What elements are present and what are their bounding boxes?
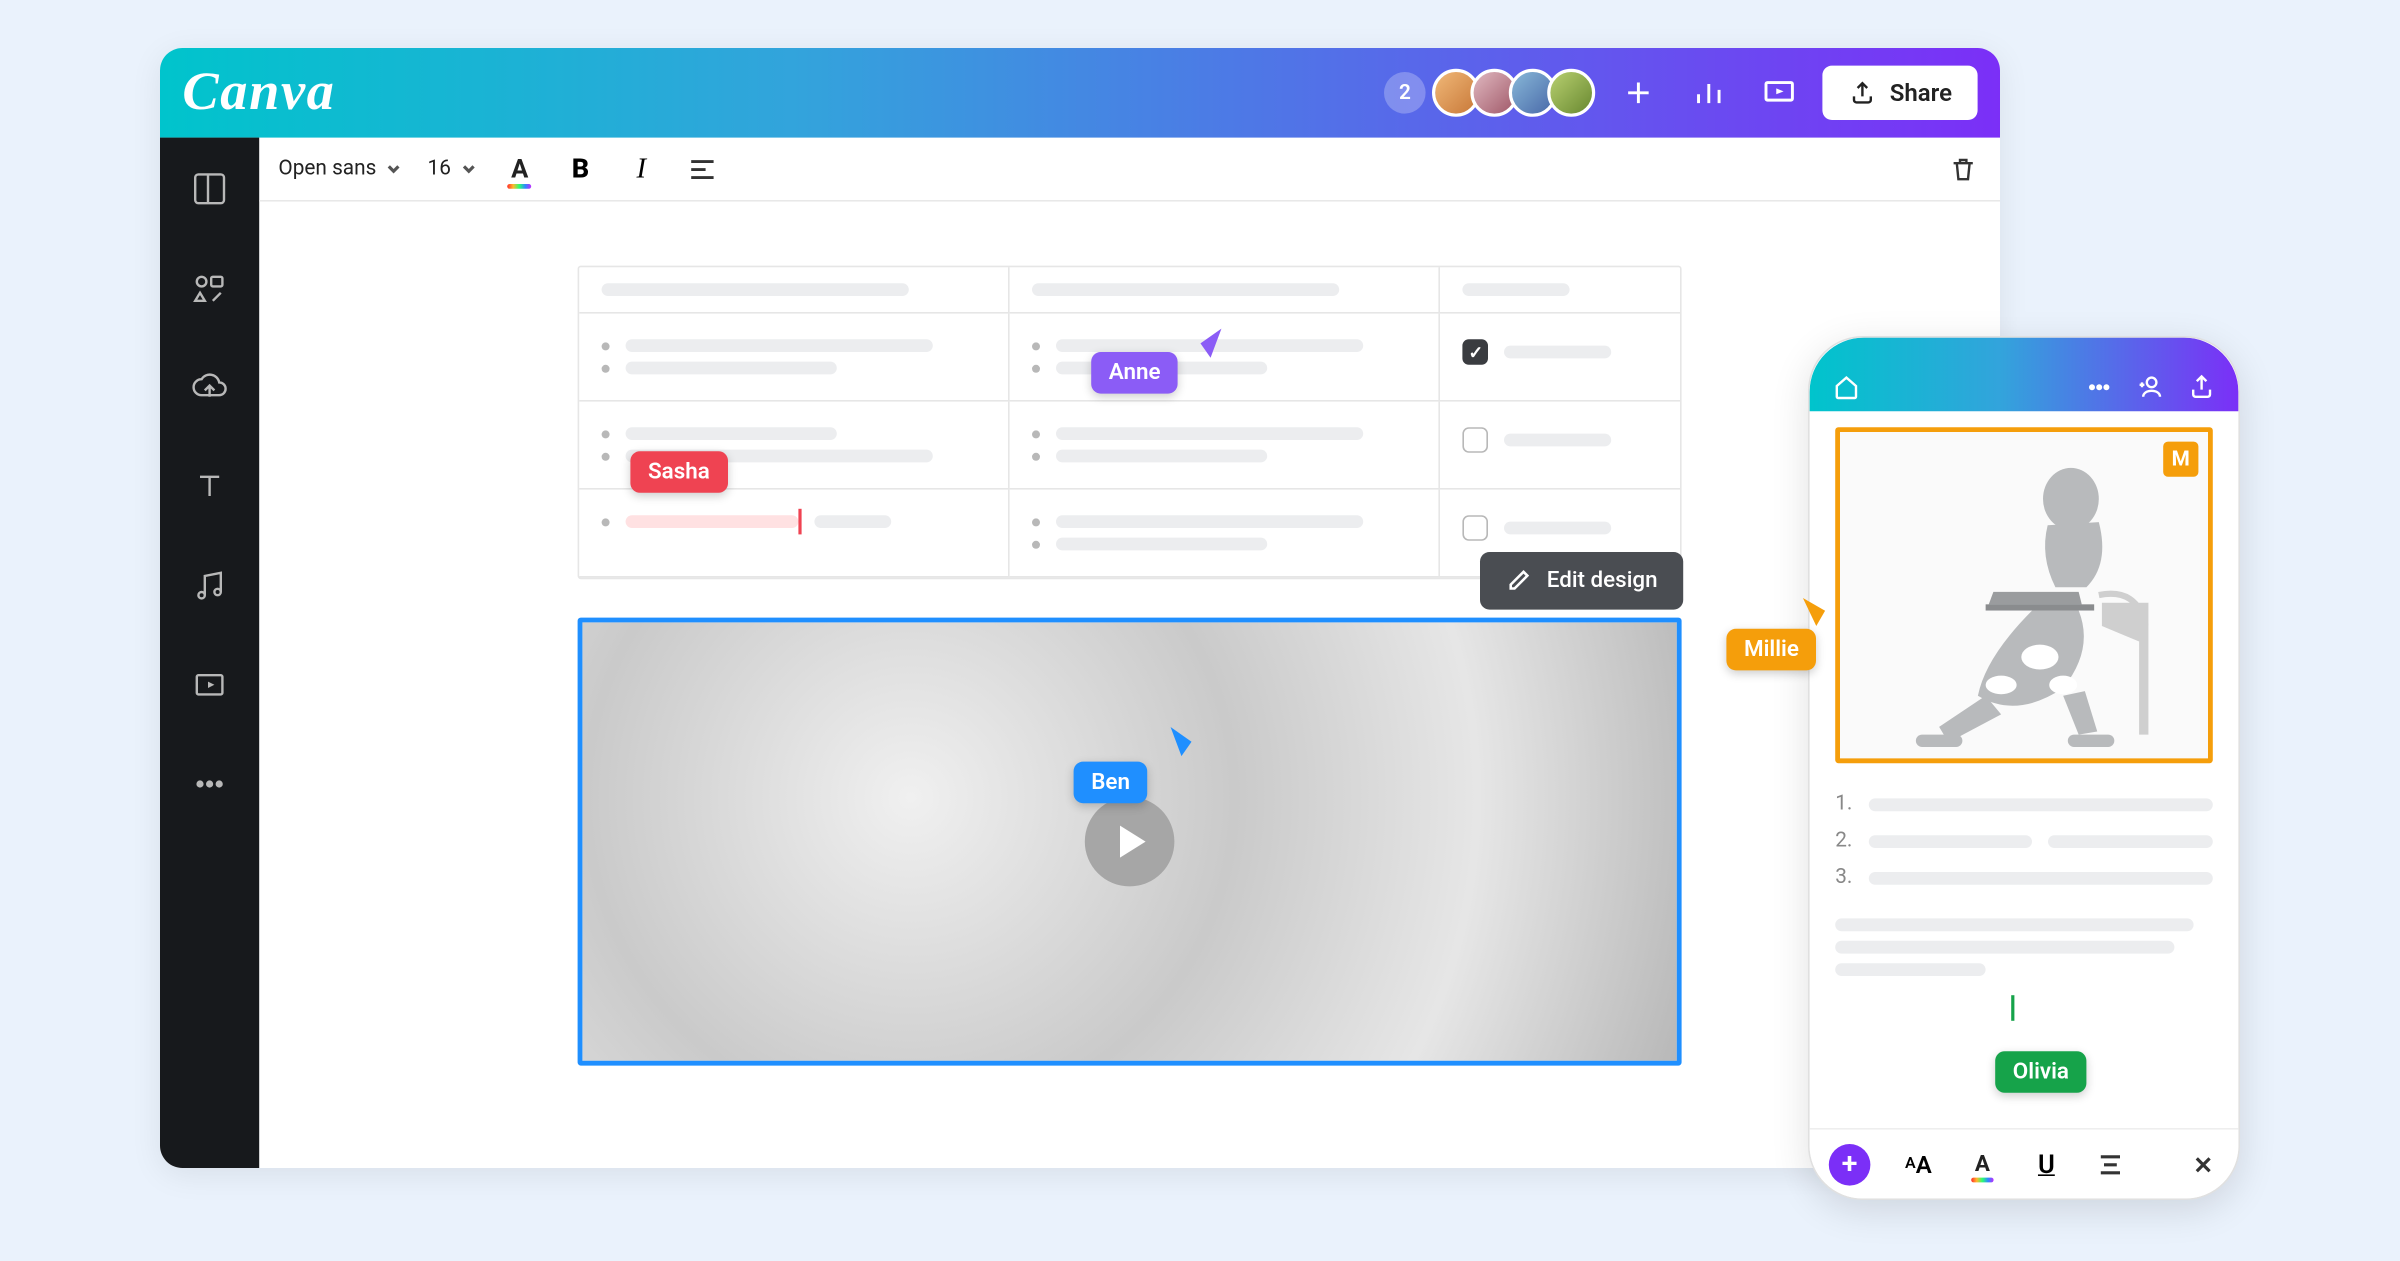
elements-icon[interactable] [187,266,232,311]
more-icon[interactable] [187,762,232,807]
delete-button[interactable] [1946,151,1981,186]
placeholder-text [1868,798,2212,811]
mobile-body: M [1810,411,2239,1128]
italic-button[interactable]: I [624,151,659,186]
text-color-icon[interactable]: A [1966,1148,1998,1180]
checkbox-unchecked[interactable] [1463,427,1489,453]
active-edit-text[interactable] [626,515,799,528]
side-nav [160,138,259,1168]
font-family-select[interactable]: Open sans [278,157,402,181]
placeholder-text [1463,283,1570,296]
topbar-right: 2 Share [1384,66,1977,120]
mobile-preview: M [1808,336,2240,1200]
audio-icon[interactable] [187,563,232,608]
placeholder-text [1032,283,1339,296]
illustration-frame[interactable]: M [1835,427,2213,763]
checkbox-unchecked[interactable] [1463,515,1489,541]
placeholder-text [1056,427,1363,440]
mobile-top-bar [1810,338,2239,412]
placeholder-text [626,362,837,375]
collaborator-count-badge: 2 [1384,72,1426,114]
uploads-icon[interactable] [187,365,232,410]
collaborator-cursor-anne: Anne [1091,352,1178,394]
share-button[interactable]: Share [1823,66,1978,120]
analytics-icon[interactable] [1682,66,1736,120]
text-toolbar: Open sans 16 A B I [259,138,2000,202]
placeholder-text [626,427,837,440]
placeholder-text [1056,450,1267,463]
embedded-video[interactable]: Edit design [578,618,1682,1066]
align-button[interactable] [685,151,720,186]
placeholder-text [1868,834,2032,847]
numbered-list: 1. 2. 3. [1835,792,2213,890]
placeholder-text [815,515,892,528]
collaborator-cursor-millie: Millie [1726,629,1816,671]
person-laptop-illustration [1849,440,2199,750]
play-button-icon[interactable] [1085,797,1175,887]
video-icon[interactable] [187,662,232,707]
collaborator-cursor-sasha: Sasha [630,451,727,493]
more-icon[interactable] [2085,373,2114,402]
placeholder-text [1056,515,1363,528]
document-table[interactable] [578,266,1682,580]
text-icon[interactable] [187,464,232,509]
present-icon[interactable] [1752,66,1806,120]
top-bar: Canva 2 Share [160,48,2000,138]
placeholder-text [1505,434,1612,447]
font-size-icon[interactable]: AA [1902,1148,1934,1180]
underline-icon[interactable]: U [2030,1148,2062,1180]
text-paragraph[interactable] [1835,918,2213,1024]
placeholder-text [1505,346,1612,359]
bold-button[interactable]: B [563,151,598,186]
templates-icon[interactable] [187,166,232,211]
home-icon[interactable] [1832,373,1861,402]
canva-logo: Canva [182,62,335,123]
document-canvas[interactable]: Edit design Anne Sasha Ben [259,202,2000,1168]
placeholder-text [1505,522,1612,535]
share-label: Share [1890,78,1952,107]
avatar[interactable] [1547,69,1595,117]
close-icon[interactable] [2187,1148,2219,1180]
add-people-icon[interactable] [2136,373,2165,402]
export-icon[interactable] [2187,373,2216,402]
collaborator-avatars [1442,69,1596,117]
edit-design-tooltip[interactable]: Edit design [1480,552,1684,610]
font-size-select[interactable]: 16 [428,157,477,181]
add-collaborator-button[interactable] [1611,66,1665,120]
desktop-window: Canva 2 Share [160,48,2000,1168]
collaborator-cursor-olivia: Olivia [1995,1051,2086,1093]
placeholder-text [602,283,909,296]
placeholder-text [1868,871,2212,884]
mobile-toolbar: + AA A U [1810,1128,2239,1198]
checkbox-checked[interactable] [1463,339,1489,365]
align-icon[interactable] [2094,1148,2126,1180]
add-button[interactable]: + [1829,1143,1871,1185]
placeholder-text [626,339,933,352]
m-badge: M [2163,442,2198,477]
collaborator-cursor-ben: Ben [1074,762,1148,804]
text-color-button[interactable]: A [502,151,537,186]
placeholder-text [1056,538,1267,551]
text-cursor [2011,995,2014,1021]
